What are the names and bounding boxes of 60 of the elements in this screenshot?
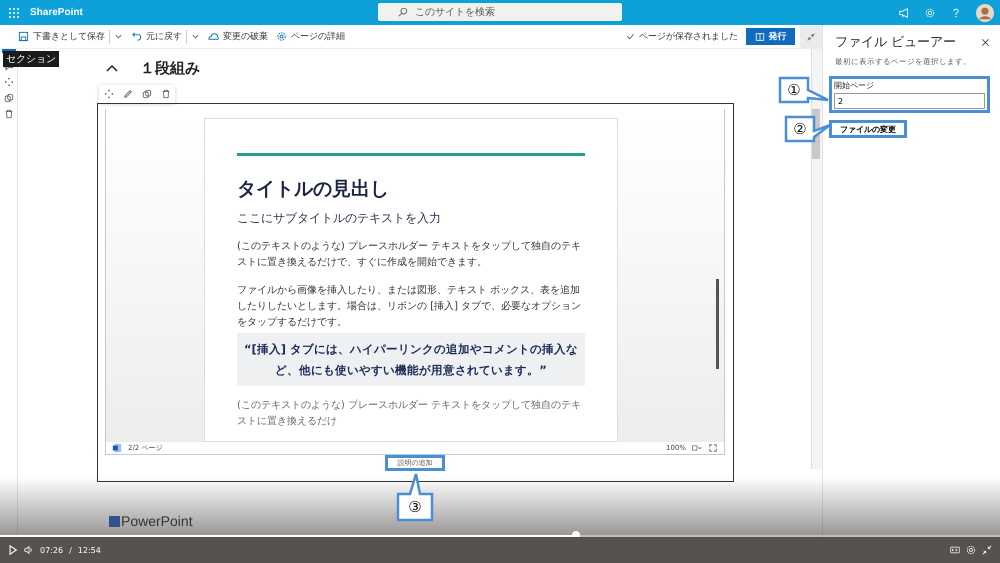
copy-icon[interactable] <box>142 89 152 99</box>
section-heading: １段組み <box>140 58 200 78</box>
panel-title: ファイル ビューアー <box>835 34 956 51</box>
save-icon <box>18 31 29 42</box>
field-label: 開始ページ <box>834 80 875 91</box>
trash-icon[interactable] <box>160 89 170 99</box>
callout-bubble: ③ <box>396 472 434 522</box>
move-icon[interactable] <box>4 77 14 87</box>
save-status: ページが保存されました <box>639 30 738 43</box>
current-time: 07:26 <box>40 546 64 554</box>
megaphone-icon[interactable] <box>898 6 910 18</box>
details-button[interactable]: ページの詳細 <box>272 28 349 45</box>
chevron-down-icon[interactable] <box>191 32 200 41</box>
trash-icon[interactable] <box>4 109 14 119</box>
square-icon <box>109 516 120 526</box>
close-icon[interactable] <box>981 38 990 46</box>
document-quote: “[挿入] タブには、ハイパーリンクの追加やコメントの挿入など、他にも使いやすい機能が用意されています。” <box>237 333 585 386</box>
publish-button[interactable]: 発行 <box>746 28 795 45</box>
gear-icon <box>276 31 287 42</box>
document-title: タイトルの見出し <box>237 177 390 202</box>
collapse-button[interactable] <box>800 26 822 48</box>
chevron-down-icon[interactable] <box>114 32 123 41</box>
document-paragraph: (このテキストのような) プレースホルダー テキストをタップして独自のテキストに置き換えるだけで、すぐに作成を開始できます。 <box>237 240 582 270</box>
callout-bubble: ① <box>778 76 830 104</box>
app-launcher-icon[interactable] <box>8 6 20 18</box>
undo-icon <box>131 31 142 42</box>
book-icon <box>754 32 764 42</box>
avatar-icon[interactable] <box>976 4 994 22</box>
save-button[interactable]: 下書きとして保存 <box>14 28 109 45</box>
duration-time: 12:54 <box>78 546 101 554</box>
callout-bubble: ② <box>784 115 832 143</box>
view-mode-icon[interactable] <box>692 444 702 452</box>
search-icon <box>398 7 408 17</box>
time-separator: / <box>69 546 72 554</box>
change-file-button[interactable]: ファイルの変更 <box>829 120 907 138</box>
exit-fullscreen-icon[interactable] <box>982 545 992 555</box>
move-icon[interactable] <box>104 89 114 99</box>
check-icon <box>626 32 635 41</box>
settings-icon[interactable] <box>966 545 976 555</box>
scrollbar[interactable] <box>811 49 822 469</box>
document-subtitle: ここにサブタイトルのテキストを入力 <box>237 210 442 227</box>
chevron-up-icon[interactable] <box>106 64 118 72</box>
tooltip: セクション <box>3 51 59 67</box>
undo-button[interactable]: 元に戻す <box>127 28 186 45</box>
pencil-icon[interactable] <box>122 89 132 99</box>
search-input[interactable]: このサイトを検索 <box>413 6 622 18</box>
search-field[interactable]: このサイトを検索 <box>378 3 622 21</box>
web-part-label: PowerPoint <box>121 513 193 529</box>
volume-icon[interactable] <box>24 545 34 555</box>
start-page-field[interactable]: 2 <box>834 93 985 109</box>
collapse-icon <box>806 32 816 42</box>
discard-button[interactable]: 変更の破棄 <box>204 28 272 45</box>
document-app-icon <box>112 443 122 453</box>
document-paragraph: ファイルから画像を挿入したり、または図形、テキスト ボックス、表を追加したりしたいとします。場合は、リボンの [挿入] タブで、必要なオプションをタップするだけです。 <box>237 284 582 330</box>
document-paragraph: (このテキストのような) プレースホルダー テキストをタップして独自のテキストに置き換えるだけ <box>237 398 582 430</box>
copy-icon[interactable] <box>4 93 14 103</box>
captions-icon[interactable] <box>950 545 960 555</box>
fullscreen-icon[interactable] <box>708 444 718 452</box>
cloud-icon <box>208 31 219 42</box>
play-icon[interactable] <box>8 545 18 555</box>
